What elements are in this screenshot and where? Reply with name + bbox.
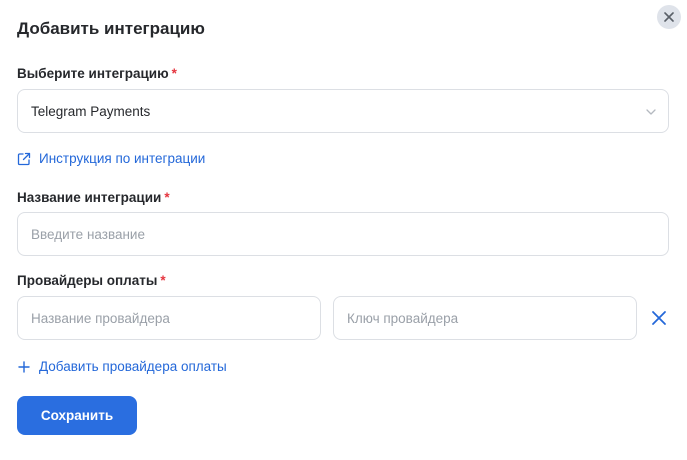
integration-instruction-link[interactable]: Инструкция по интеграции xyxy=(17,151,205,166)
add-provider-button[interactable]: Добавить провайдера оплаты xyxy=(17,359,227,374)
required-mark: * xyxy=(160,273,166,288)
external-link-icon xyxy=(17,152,31,165)
remove-provider-button[interactable] xyxy=(650,309,668,327)
close-icon xyxy=(664,12,674,22)
integration-name-label-text: Название интеграции xyxy=(17,190,162,205)
integration-name-placeholder: Введите название xyxy=(31,226,145,242)
integration-select-label: Выберите интеграцию * xyxy=(17,66,177,81)
provider-key-input[interactable]: Ключ провайдера xyxy=(333,296,637,340)
providers-label-text: Провайдеры оплаты xyxy=(17,273,158,288)
required-mark: * xyxy=(164,190,170,205)
required-mark: * xyxy=(171,66,177,81)
add-provider-label: Добавить провайдера оплаты xyxy=(39,359,227,374)
integration-name-input[interactable]: Введите название xyxy=(17,212,669,256)
chevron-down-icon xyxy=(646,109,656,115)
providers-label: Провайдеры оплаты * xyxy=(17,273,166,288)
plus-icon xyxy=(18,360,30,373)
integration-instruction-link-label: Инструкция по интеграции xyxy=(39,151,206,166)
integration-select-label-text: Выберите интеграцию xyxy=(17,66,169,81)
close-icon xyxy=(652,311,666,325)
save-button[interactable]: Сохранить xyxy=(17,396,137,435)
integration-name-label: Название интеграции * xyxy=(17,190,170,205)
save-button-label: Сохранить xyxy=(40,408,114,423)
provider-name-input[interactable]: Название провайдера xyxy=(17,296,321,340)
close-button[interactable] xyxy=(657,5,681,29)
integration-select[interactable]: Telegram Payments xyxy=(17,89,669,133)
dialog-title: Добавить интеграцию xyxy=(17,19,205,38)
provider-name-placeholder: Название провайдера xyxy=(31,310,170,326)
integration-select-value: Telegram Payments xyxy=(31,103,151,119)
add-integration-dialog: Добавить интеграцию Выберите интеграцию *… xyxy=(0,0,687,460)
provider-key-placeholder: Ключ провайдера xyxy=(347,310,459,326)
